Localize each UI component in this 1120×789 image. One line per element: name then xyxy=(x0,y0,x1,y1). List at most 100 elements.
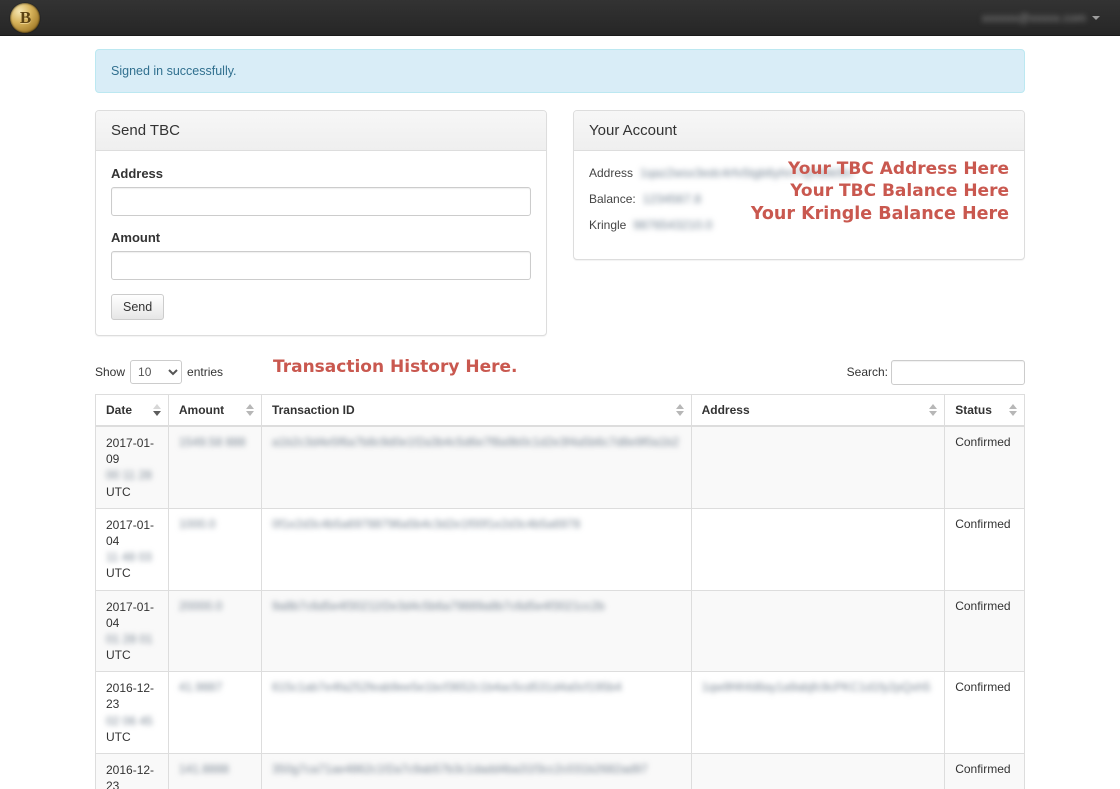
send-tbc-panel: Send TBC Address Amount Send xyxy=(95,110,547,336)
your-account-panel-heading: Your Account xyxy=(574,111,1024,151)
cell-date: 2017-01-09 00 11 28 UTC xyxy=(95,425,169,509)
column-header-address-label: Address xyxy=(701,403,750,417)
cell-amount-value: 1549.58 888 xyxy=(178,435,246,449)
your-account-panel-body: Address 1qaz2wsx3edc4rfv5tgb6yhn7ujm8ikl… xyxy=(574,151,1024,259)
column-header-transaction-id-label: Transaction ID xyxy=(271,403,355,417)
account-address-label: Address xyxy=(589,166,634,180)
column-header-address[interactable]: Address xyxy=(690,394,946,427)
cell-transaction-id: 350g7ca71ae4862c1f2a7c9ab57b3c1dadd4ba31… xyxy=(260,753,692,789)
account-balance-value: 1234567.8 xyxy=(642,192,702,206)
user-email-label: xxxxxx@xxxxx.com xyxy=(981,10,1086,25)
datatable-controls: Show 10 entries Transaction History Here… xyxy=(95,357,1025,385)
send-tbc-panel-heading: Send TBC xyxy=(96,111,546,151)
sort-both-icon xyxy=(1007,403,1017,417)
amount-input[interactable] xyxy=(111,251,531,280)
cell-transaction-id-value: 615c1ab7e4fa252feab9ee5e1bcf3652c1b4ac5c… xyxy=(271,680,622,695)
brand-coin-logo-icon[interactable]: B xyxy=(10,2,40,33)
cell-date: 2017-01-04 11 48 03 UTC xyxy=(95,507,169,591)
status-badge: Confirmed xyxy=(955,680,1011,695)
send-button[interactable]: Send xyxy=(111,294,165,320)
user-menu-dropdown[interactable]: xxxxxx@xxxxx.com xyxy=(976,7,1106,29)
cell-amount-value: 41.9887 xyxy=(178,680,223,695)
account-details-list: Address 1qaz2wsx3edc4rfv5tgb6yhn7ujm8ikl… xyxy=(589,159,1009,232)
column-header-date-label: Date xyxy=(106,403,133,417)
cell-address xyxy=(690,589,946,673)
sort-descending-icon xyxy=(151,403,161,417)
status-badge: Confirmed xyxy=(955,516,1011,531)
cell-address-value: 1qw9f4hfd8ay1a9abjfc9cPKC1d1fy2pQxh5 xyxy=(701,680,931,695)
column-header-transaction-id[interactable]: Transaction ID xyxy=(260,394,692,427)
table-body: 2017-01-09 00 11 28 UTC 1549.58 888 a1b2… xyxy=(95,425,1025,789)
cell-amount: 1549.58 888 xyxy=(167,425,262,509)
cell-address xyxy=(690,753,946,789)
cell-status: Confirmed xyxy=(944,425,1025,509)
account-annotations: Your TBC Address Here Your TBC Balance H… xyxy=(751,159,1009,225)
transaction-history-table: Date Amount Transaction ID Address Statu… xyxy=(95,394,1025,789)
panels-row: Send TBC Address Amount Send Your Accoun… xyxy=(95,110,1025,336)
cell-time-value: 01 28 01 xyxy=(106,631,153,646)
caret-down-icon xyxy=(1092,15,1100,20)
cell-date-value: 2016-12-23 xyxy=(106,763,155,789)
your-account-panel: Your Account Address 1qaz2wsx3edc4rfv5tg… xyxy=(573,110,1025,260)
cell-amount-value: 1000.0 xyxy=(178,516,216,531)
show-label: Show xyxy=(95,365,126,379)
flash-alert: Signed in successfully. xyxy=(95,49,1025,93)
cell-date-value: 2017-01-04 xyxy=(106,599,155,630)
cell-date-value: 2017-01-09 xyxy=(106,436,155,467)
cell-time-value: 02 06 45 xyxy=(106,713,153,728)
sort-both-icon xyxy=(674,403,684,417)
amount-field-label: Amount xyxy=(111,230,161,245)
sort-both-icon xyxy=(927,403,938,417)
cell-status: Confirmed xyxy=(944,589,1025,673)
cell-status: Confirmed xyxy=(944,753,1025,789)
table-row[interactable]: 2017-01-09 00 11 28 UTC 1549.58 888 a1b2… xyxy=(95,425,1025,509)
status-badge: Confirmed xyxy=(955,598,1011,613)
table-header-row: Date Amount Transaction ID Address Statu… xyxy=(95,394,1025,427)
table-row[interactable]: 2016-12-23 01 58 38 UTC 141.8888 350g7ca… xyxy=(95,753,1025,789)
datatable-length-control: Show 10 entries xyxy=(95,360,223,384)
cell-amount-value: 20000.0 xyxy=(178,598,223,613)
annotation-tbc-balance: Your TBC Balance Here xyxy=(790,180,1009,201)
cell-amount: 1000.0 xyxy=(167,507,262,591)
cell-status: Confirmed xyxy=(944,507,1025,591)
sort-both-icon xyxy=(244,403,254,417)
send-tbc-panel-body: Address Amount Send xyxy=(96,151,546,335)
cell-transaction-id: 9a8b7c6d5e4f30211f2e3d4c5b6a79889a8b7c6d… xyxy=(260,589,692,673)
cell-date: 2016-12-23 02 06 45 UTC xyxy=(95,671,169,754)
column-header-status[interactable]: Status xyxy=(944,394,1025,427)
cell-status: Confirmed xyxy=(944,671,1025,754)
entries-label: entries xyxy=(187,365,224,379)
datatable-filter-control: Search: xyxy=(846,359,1025,385)
cell-timezone-value: UTC xyxy=(106,484,131,499)
table-row[interactable]: 2016-12-23 02 06 45 UTC 41.9887 615c1ab7… xyxy=(95,671,1025,754)
send-tbc-panel-title: Send TBC xyxy=(111,122,180,139)
page-length-select[interactable]: 10 xyxy=(130,360,183,384)
column-header-status-label: Status xyxy=(955,403,992,417)
cell-date: 2016-12-23 01 58 38 UTC xyxy=(95,753,169,789)
cell-transaction-id-value: a1b2c3d4e5f6a7b8c9d0e1f2a3b4c5d6e7f8a9b0… xyxy=(271,435,680,449)
search-input[interactable] xyxy=(891,359,1025,385)
cell-transaction-id-value: 0f1e2d3c4b5a69788796a5b4c3d2e1f00f1e2d3c… xyxy=(271,516,581,531)
column-header-date[interactable]: Date xyxy=(95,394,169,427)
page-container: Signed in successfully. Send TBC Address… xyxy=(95,36,1025,789)
cell-date-value: 2016-12-23 xyxy=(106,681,155,712)
cell-amount: 41.9887 xyxy=(167,671,262,754)
cell-date-value: 2017-01-04 xyxy=(106,517,155,548)
annotation-transaction-history: Transaction History Here. xyxy=(273,357,518,377)
search-label: Search: xyxy=(846,365,888,379)
cell-address xyxy=(690,507,946,591)
table-row[interactable]: 2017-01-04 11 48 03 UTC 1000.0 0f1e2d3c4… xyxy=(95,507,1025,591)
address-field-label: Address xyxy=(111,166,164,181)
column-header-amount-label: Amount xyxy=(178,403,225,417)
table-row[interactable]: 2017-01-04 01 28 01 UTC 20000.0 9a8b7c6d… xyxy=(95,589,1025,673)
column-header-amount[interactable]: Amount xyxy=(167,394,262,427)
cell-transaction-id-value: 9a8b7c6d5e4f30211f2e3d4c5b6a79889a8b7c6d… xyxy=(271,598,605,613)
cell-address xyxy=(690,425,946,509)
your-account-panel-title: Your Account xyxy=(589,122,677,139)
cell-transaction-id: 0f1e2d3c4b5a69788796a5b4c3d2e1f00f1e2d3c… xyxy=(260,507,692,591)
cell-date: 2017-01-04 01 28 01 UTC xyxy=(95,589,169,673)
account-kringle-label: Kringle xyxy=(589,218,627,232)
cell-amount: 20000.0 xyxy=(167,589,262,673)
address-input[interactable] xyxy=(111,187,531,216)
top-navbar: B xxxxxx@xxxxx.com xyxy=(0,0,1120,36)
